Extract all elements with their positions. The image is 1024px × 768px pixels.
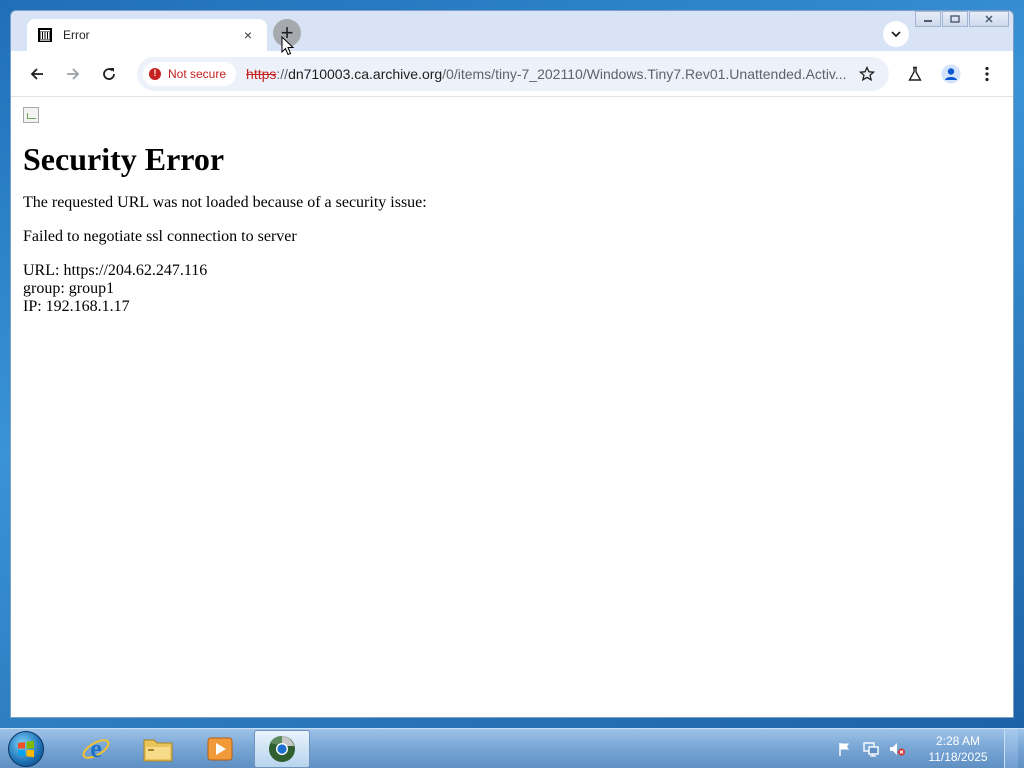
browser-window: Error × + ! Not secure https://dn710003.… — [10, 10, 1014, 718]
arrow-left-icon — [30, 67, 43, 80]
page-heading: Security Error — [23, 141, 225, 177]
tray-action-center[interactable] — [834, 738, 856, 760]
forward-button[interactable] — [57, 58, 89, 90]
not-secure-icon: ! — [149, 67, 161, 80]
svg-text:e: e — [90, 734, 102, 763]
labs-button[interactable] — [899, 58, 931, 90]
tab-strip: Error × + — [11, 11, 1013, 51]
reload-button[interactable] — [93, 58, 125, 90]
arrow-right-icon — [67, 67, 80, 80]
windows-start-icon — [18, 740, 34, 757]
clock-date: 11/18/2025 — [928, 750, 988, 764]
taskbar-file-explorer[interactable] — [130, 730, 186, 768]
tray-volume[interactable] — [886, 738, 908, 760]
back-button[interactable] — [21, 58, 53, 90]
maximize-icon — [950, 15, 960, 23]
person-icon — [941, 64, 961, 83]
archive-icon — [37, 27, 53, 43]
network-icon — [863, 742, 879, 757]
tab-error[interactable]: Error × — [27, 19, 267, 51]
page-content: Security Error The requested URL was not… — [11, 97, 1013, 717]
error-message: The requested URL was not loaded because… — [23, 194, 427, 211]
clock-time: 2:28 AM — [935, 734, 981, 748]
chrome-icon — [269, 735, 295, 762]
new-tab-button[interactable]: + — [273, 19, 301, 47]
minimize-button[interactable] — [915, 11, 941, 27]
close-icon — [985, 15, 993, 23]
action-center-flag-icon — [839, 743, 849, 756]
taskbar-chrome[interactable] — [254, 729, 310, 768]
close-window-button[interactable] — [969, 11, 1009, 27]
system-clock[interactable]: 2:28 AM 11/18/2025 — [916, 733, 1000, 765]
security-label: Not secure — [168, 66, 227, 81]
browser-menu-button[interactable] — [971, 58, 1003, 90]
bookmark-button[interactable] — [853, 60, 881, 88]
window-controls — [915, 11, 1009, 29]
url-separator: :// — [276, 65, 289, 82]
tab-title: Error — [63, 28, 90, 42]
url-path: /0/items/tiny-7_202110/Windows.Tiny7.Rev… — [442, 65, 847, 82]
tab-search-button[interactable] — [883, 21, 909, 47]
detail-ip: IP: 192.168.1.17 — [23, 298, 130, 315]
start-button[interactable] — [8, 730, 44, 767]
minimize-icon — [924, 20, 932, 22]
error-reason: Failed to negotiate ssl connection to se… — [23, 228, 297, 245]
url-host: dn710003.ca.archive.org — [288, 65, 443, 82]
chevron-down-icon — [891, 31, 901, 38]
browser-toolbar: ! Not secure https://dn710003.ca.archive… — [11, 51, 1013, 97]
taskbar-media-player[interactable] — [192, 730, 248, 768]
system-tray: 2:28 AM 11/18/2025 — [830, 729, 1018, 768]
show-desktop-button[interactable] — [1004, 729, 1018, 768]
detail-group: group: group1 — [23, 280, 115, 297]
url-scheme: https — [246, 65, 277, 82]
error-details: URL: https://204.62.247.116 group: group… — [23, 262, 1001, 316]
tray-network[interactable] — [860, 738, 882, 760]
kebab-menu-icon — [985, 66, 989, 81]
broken-image-icon — [23, 107, 39, 123]
flask-icon — [908, 66, 922, 81]
profile-button[interactable] — [935, 58, 967, 90]
media-player-icon — [207, 737, 233, 760]
security-chip[interactable]: ! Not secure — [143, 61, 237, 86]
taskbar: e 2:28 AM 11/18/2025 — [0, 728, 1024, 768]
tab-close-button[interactable]: × — [239, 26, 257, 44]
taskbar-internet-explorer[interactable]: e — [68, 730, 124, 768]
reload-icon — [103, 67, 115, 80]
file-explorer-icon — [143, 739, 173, 761]
address-bar[interactable]: ! Not secure https://dn710003.ca.archive… — [137, 56, 889, 91]
url-text[interactable]: https://dn710003.ca.archive.org/0/items/… — [246, 66, 853, 82]
volume-muted-icon — [890, 743, 905, 756]
maximize-button[interactable] — [942, 11, 968, 27]
star-icon — [859, 65, 875, 81]
internet-explorer-icon: e — [82, 734, 110, 763]
detail-url: URL: https://204.62.247.116 — [23, 262, 208, 279]
